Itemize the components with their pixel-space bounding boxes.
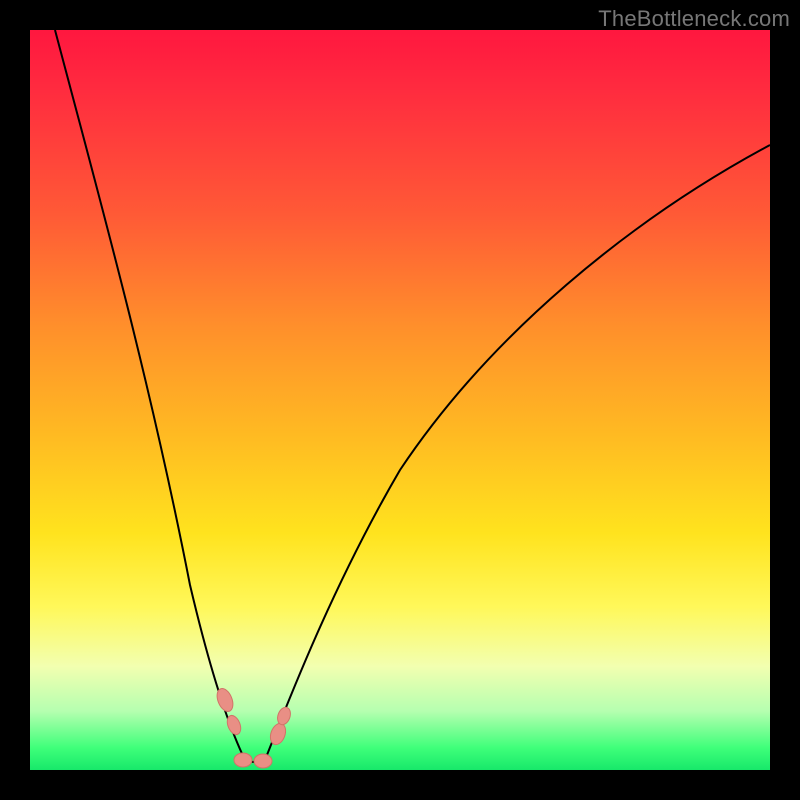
marker-1	[214, 686, 236, 713]
watermark-text: TheBottleneck.com	[598, 6, 790, 32]
marker-4	[254, 754, 272, 768]
curve-right-branch	[265, 145, 770, 760]
curve-left-branch	[55, 30, 245, 760]
outer-frame: TheBottleneck.com	[0, 0, 800, 800]
plot-area	[30, 30, 770, 770]
curve-layer	[30, 30, 770, 770]
marker-3	[234, 753, 252, 767]
trough-markers	[214, 686, 293, 768]
